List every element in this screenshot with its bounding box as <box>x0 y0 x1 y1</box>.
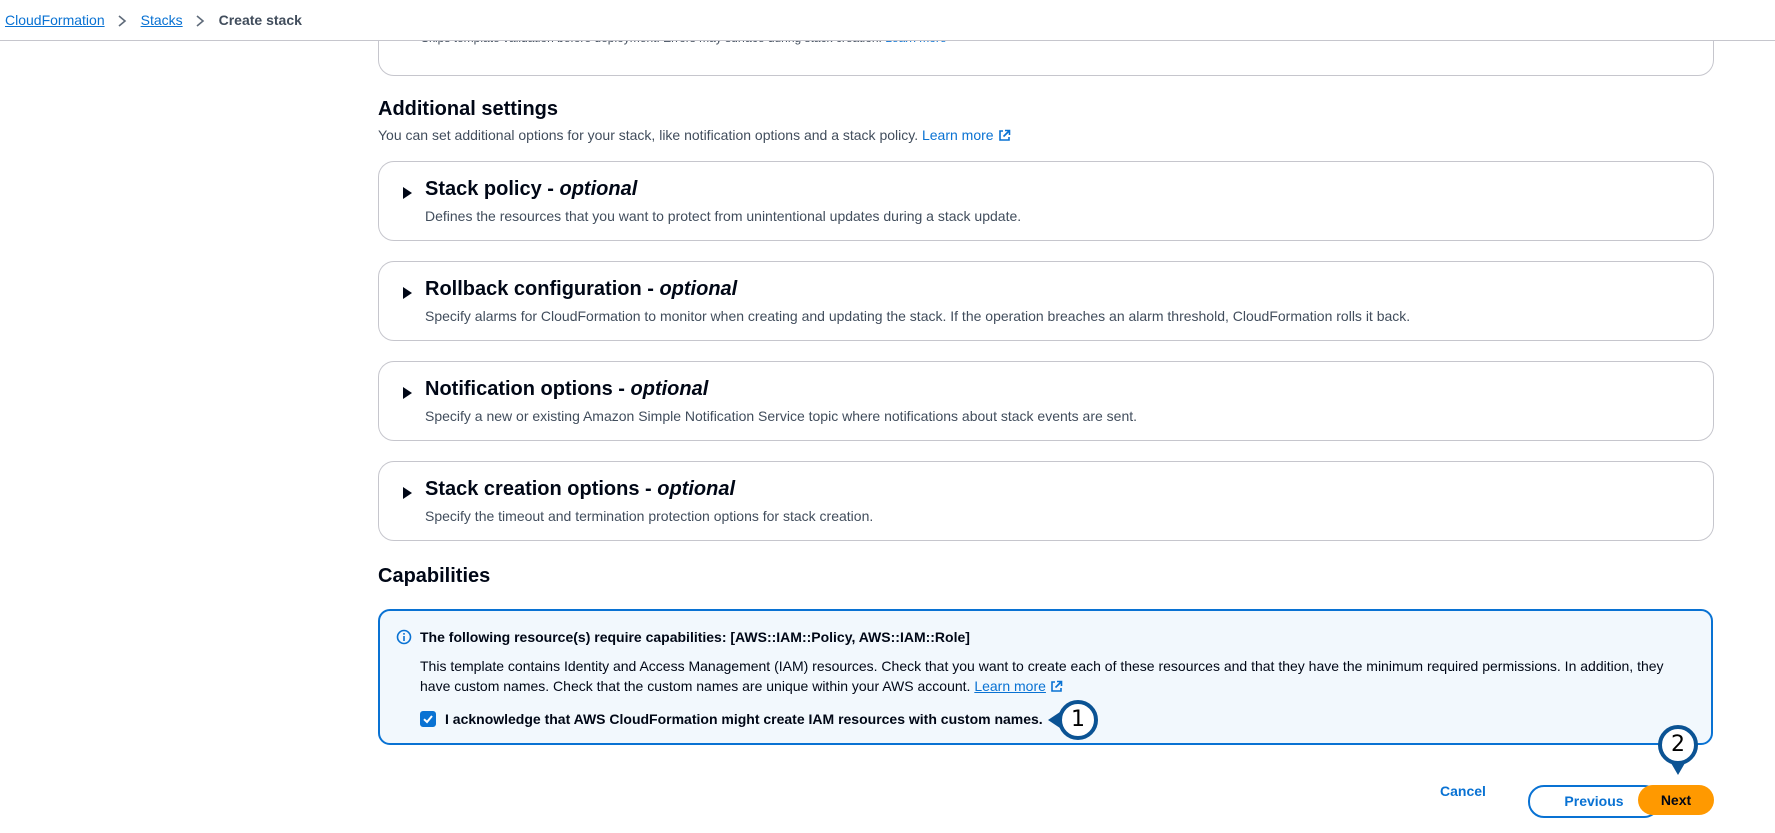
additional-settings-text: You can set additional options for your … <box>378 127 919 143</box>
additional-settings-description: You can set additional options for your … <box>378 127 1011 145</box>
notification-options-section[interactable]: Notification options - optional Specify … <box>378 361 1714 441</box>
capabilities-learn-more-link[interactable]: Learn more <box>974 678 1046 694</box>
stack-creation-options-description: Specify the timeout and termination prot… <box>425 508 874 524</box>
chevron-right-icon <box>117 13 127 27</box>
step-marker-1: 1 <box>1048 700 1098 740</box>
capabilities-alert-title: The following resource(s) require capabi… <box>420 629 970 645</box>
rollback-configuration-title: Rollback configuration - optional <box>425 278 737 301</box>
optional-label: optional <box>657 478 736 500</box>
section-title-text: Notification options - <box>425 378 631 400</box>
checkmark-icon <box>423 715 433 724</box>
optional-label: optional <box>559 178 638 200</box>
stack-policy-title: Stack policy - optional <box>425 178 637 201</box>
breadcrumb-bar: CloudFormation Stacks Create stack <box>0 0 1775 41</box>
acknowledge-label[interactable]: I acknowledge that AWS CloudFormation mi… <box>445 711 1043 727</box>
additional-settings-heading: Additional settings <box>378 98 558 120</box>
step-marker-2: 2 <box>1658 725 1698 775</box>
breadcrumb-stacks[interactable]: Stacks <box>141 12 183 28</box>
notification-options-description: Specify a new or existing Amazon Simple … <box>425 408 1138 424</box>
next-button[interactable]: Next <box>1638 785 1714 815</box>
acknowledge-row: I acknowledge that AWS CloudFormation mi… <box>420 711 1043 727</box>
section-title-text: Stack policy - <box>425 178 560 200</box>
stack-creation-options-section[interactable]: Stack creation options - optional Specif… <box>378 461 1714 541</box>
learn-more-label: Learn more <box>974 678 1046 694</box>
rollback-configuration-description: Specify alarms for CloudFormation to mon… <box>425 308 1411 324</box>
breadcrumb-current: Create stack <box>218 12 302 28</box>
optional-label: optional <box>630 378 709 400</box>
breadcrumb-cloudformation[interactable]: CloudFormation <box>5 12 105 28</box>
optional-label: optional <box>659 278 738 300</box>
section-title-text: Rollback configuration - <box>425 278 660 300</box>
stack-policy-description: Defines the resources that you want to p… <box>425 208 1022 224</box>
chevron-right-icon <box>195 13 205 27</box>
external-link-icon <box>998 129 1011 145</box>
rollback-configuration-section[interactable]: Rollback configuration - optional Specif… <box>378 261 1714 341</box>
acknowledge-checkbox[interactable] <box>420 711 436 727</box>
additional-settings-learn-more-link[interactable]: Learn more <box>922 127 1011 143</box>
stack-creation-options-title: Stack creation options - optional <box>425 478 735 501</box>
cancel-button[interactable]: Cancel <box>1440 783 1486 799</box>
caret-right-icon <box>403 387 412 399</box>
external-link-icon <box>1050 678 1063 698</box>
caret-right-icon <box>403 287 412 299</box>
breadcrumb: CloudFormation Stacks Create stack <box>0 12 302 28</box>
caret-right-icon <box>403 487 412 499</box>
section-title-text: Stack creation options - <box>425 478 658 500</box>
info-icon <box>396 629 412 650</box>
capabilities-alert: The following resource(s) require capabi… <box>378 609 1713 745</box>
learn-more-label: Learn more <box>921 127 994 143</box>
capabilities-heading: Capabilities <box>378 565 491 587</box>
stack-policy-section[interactable]: Stack policy - optional Defines the reso… <box>378 161 1714 241</box>
capabilities-alert-body: This template contains Identity and Acce… <box>420 656 1690 698</box>
caret-right-icon <box>403 187 412 199</box>
notification-options-title: Notification options - optional <box>425 378 708 401</box>
